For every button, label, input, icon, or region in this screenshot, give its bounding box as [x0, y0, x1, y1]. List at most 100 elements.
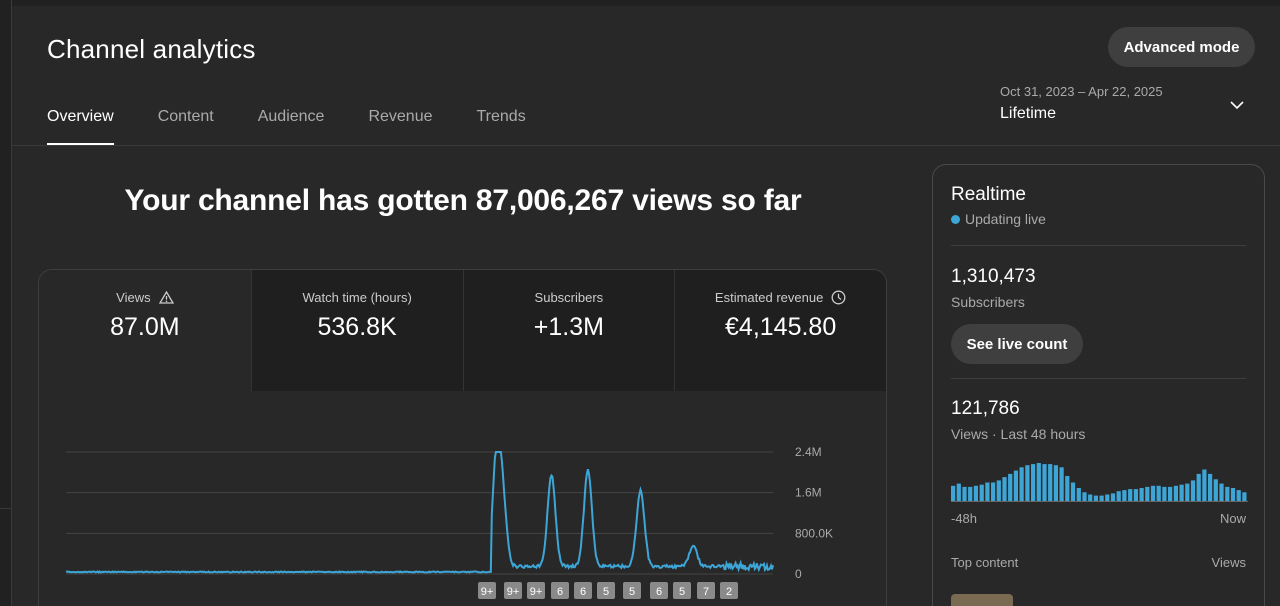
tab-audience[interactable]: Audience — [258, 108, 325, 146]
realtime-bar — [1122, 490, 1126, 501]
marker-badge-label: 5 — [629, 586, 635, 598]
top-edge — [12, 0, 1280, 6]
marker-badge-label: 2 — [726, 586, 732, 598]
realtime-bar — [1054, 465, 1058, 501]
realtime-bar — [1077, 488, 1081, 501]
realtime-bar — [968, 487, 972, 501]
headline: Your channel has gotten 87,006,267 views… — [40, 184, 886, 218]
realtime-bar — [1208, 474, 1212, 501]
marker-badge-label: 9+ — [481, 586, 494, 598]
date-preset-label: Lifetime — [1000, 105, 1250, 123]
axis-end-label: Now — [1220, 511, 1246, 526]
video-thumbnail[interactable] — [951, 594, 1013, 606]
realtime-views-label: Views · Last 48 hours — [951, 426, 1085, 442]
tab-overview[interactable]: Overview — [47, 108, 114, 146]
views-column-label: Views — [1212, 555, 1246, 570]
realtime-bar — [1071, 483, 1075, 502]
realtime-bar — [1214, 479, 1218, 501]
realtime-card: Realtime Updating live 1,310,473 Subscri… — [932, 164, 1265, 606]
tab-trends[interactable]: Trends — [477, 108, 526, 146]
live-label: Updating live — [965, 211, 1046, 227]
marker-badge-label: 9+ — [507, 586, 520, 598]
y-tick-label: 800.0K — [795, 526, 833, 540]
marker-badge-label: 6 — [656, 586, 662, 598]
realtime-bar — [1242, 492, 1246, 501]
marker-badge-label: 6 — [580, 586, 586, 598]
divider — [951, 378, 1246, 379]
subscriber-count: 1,310,473 — [951, 266, 1036, 288]
realtime-bar — [1225, 487, 1229, 501]
realtime-bar — [1082, 492, 1086, 501]
video-marker-badge[interactable]: 6 — [574, 582, 592, 599]
see-live-count-button[interactable]: See live count — [951, 324, 1083, 364]
realtime-bar — [1048, 464, 1052, 501]
date-range-picker[interactable]: Oct 31, 2023 – Apr 22, 2025 Lifetime — [1000, 84, 1250, 128]
realtime-bar — [1008, 474, 1012, 501]
realtime-bar — [1065, 476, 1069, 501]
views-series-line — [66, 452, 773, 573]
top-content-label: Top content — [951, 555, 1018, 570]
video-marker-badge[interactable]: 5 — [623, 582, 641, 599]
realtime-bar — [980, 485, 984, 501]
video-marker-badge[interactable]: 9+ — [504, 582, 522, 599]
video-marker-badge[interactable]: 9+ — [478, 582, 496, 599]
date-range-text: Oct 31, 2023 – Apr 22, 2025 — [1000, 84, 1250, 99]
realtime-bar — [1020, 467, 1024, 501]
page-title: Channel analytics — [47, 34, 256, 65]
video-marker-badge[interactable]: 6 — [650, 582, 668, 599]
tab-content[interactable]: Content — [158, 108, 214, 146]
realtime-bar — [1185, 484, 1189, 501]
realtime-bar — [1014, 471, 1018, 501]
realtime-bar — [1219, 484, 1223, 501]
chevron-down-icon — [1230, 98, 1244, 112]
realtime-bar — [962, 487, 966, 501]
realtime-bar — [1060, 467, 1064, 501]
video-marker-badge[interactable]: 7 — [697, 582, 715, 599]
realtime-bar — [1134, 489, 1138, 501]
realtime-bar — [974, 486, 978, 501]
realtime-bar — [985, 483, 989, 502]
left-rail — [0, 0, 12, 606]
realtime-bar — [957, 484, 961, 501]
subscriber-label: Subscribers — [951, 294, 1025, 310]
realtime-bar — [1157, 486, 1161, 501]
marker-badge-label: 6 — [557, 586, 563, 598]
realtime-bar — [1168, 487, 1172, 501]
realtime-bar — [1100, 496, 1104, 501]
realtime-bar — [1180, 485, 1184, 501]
video-marker-badge[interactable]: 9+ — [527, 582, 545, 599]
realtime-title: Realtime — [951, 184, 1026, 206]
realtime-views-count: 121,786 — [951, 398, 1020, 420]
views-card: Views 87.0M Watch time (hours) 536.8K Su… — [38, 269, 887, 606]
marker-badge-label: 5 — [679, 586, 685, 598]
realtime-bar — [997, 480, 1001, 501]
live-dot-icon — [951, 215, 960, 224]
realtime-bar — [1202, 470, 1206, 502]
tab-bar: Overview Content Audience Revenue Trends — [47, 108, 570, 146]
marker-badge-label: 9+ — [530, 586, 543, 598]
realtime-bar — [1105, 495, 1109, 502]
divider — [951, 245, 1246, 246]
realtime-bar — [1174, 486, 1178, 501]
advanced-mode-button[interactable]: Advanced mode — [1108, 27, 1255, 67]
live-indicator: Updating live — [951, 211, 1046, 227]
realtime-bar — [1162, 487, 1166, 501]
realtime-bar — [1140, 488, 1144, 501]
tab-revenue[interactable]: Revenue — [368, 108, 432, 146]
realtime-bar — [1151, 486, 1155, 501]
realtime-bar — [1237, 490, 1241, 501]
views-chart: 2.4M 1.6M 800.0K 0 9+ 9+ 9+ 6 6 5 5 6 5 7 2 — [39, 270, 887, 606]
video-marker-badge[interactable]: 5 — [673, 582, 691, 599]
realtime-bar — [1111, 493, 1115, 501]
realtime-bar — [1037, 463, 1041, 501]
realtime-bar — [1231, 488, 1235, 501]
marker-badge-label: 7 — [703, 586, 709, 598]
video-marker-badge[interactable]: 2 — [720, 582, 738, 599]
marker-badge-label: 5 — [603, 586, 609, 598]
video-marker-badge[interactable]: 5 — [597, 582, 615, 599]
tabs-divider — [12, 145, 1280, 146]
realtime-bar-chart — [951, 460, 1248, 502]
realtime-bar — [1094, 496, 1098, 501]
realtime-bar — [1145, 487, 1149, 501]
video-marker-badge[interactable]: 6 — [551, 582, 569, 599]
